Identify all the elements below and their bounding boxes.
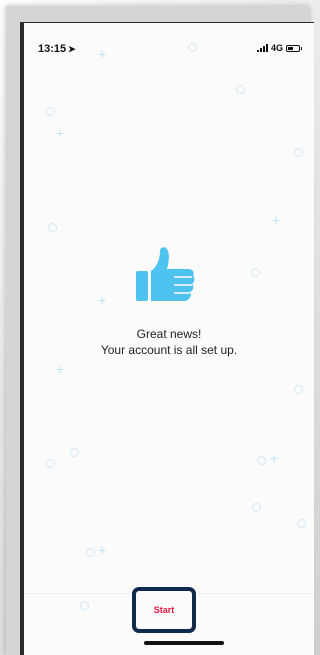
circle-icon [46, 107, 55, 116]
plus-icon: + [98, 46, 107, 62]
status-time: 13:15 ➤ [38, 43, 76, 55]
circle-icon [70, 448, 79, 457]
subtext: Your account is all set up. [100, 343, 238, 357]
status-indicators: 4G [256, 43, 302, 53]
circle-icon [297, 519, 306, 528]
circle-icon [188, 43, 197, 52]
confirmation-message: Great news! Your account is all set up. [24, 326, 314, 358]
plus-icon: + [56, 125, 65, 141]
plus-icon: + [270, 450, 279, 466]
circle-icon [252, 503, 261, 512]
status-bar: 13:15 ➤ 4G [24, 23, 314, 63]
circle-icon [86, 548, 95, 557]
signal-icon [256, 44, 268, 52]
plus-icon: + [56, 361, 65, 377]
location-arrow-icon: ➤ [68, 44, 76, 54]
home-indicator [144, 641, 224, 645]
circle-icon [48, 223, 57, 232]
thumbs-up-icon [136, 247, 195, 301]
start-button[interactable]: Start [146, 599, 183, 621]
plus-icon: + [272, 212, 281, 228]
circle-icon [80, 601, 89, 610]
circle-icon [294, 148, 303, 157]
phone-screen: 13:15 ➤ 4G + + + + + + + Great news! Your… [20, 22, 314, 655]
start-button-highlight: Start [132, 587, 196, 633]
circle-icon [46, 459, 55, 468]
headline: Great news! [136, 327, 202, 341]
circle-icon [294, 385, 303, 394]
plus-icon: + [98, 292, 107, 308]
plus-icon: + [98, 542, 107, 558]
circle-icon [236, 85, 245, 94]
battery-icon [286, 44, 302, 52]
circle-icon [257, 456, 266, 465]
time-text: 13:15 [38, 43, 67, 55]
circle-icon [251, 268, 260, 277]
network-type: 4G [270, 43, 283, 53]
